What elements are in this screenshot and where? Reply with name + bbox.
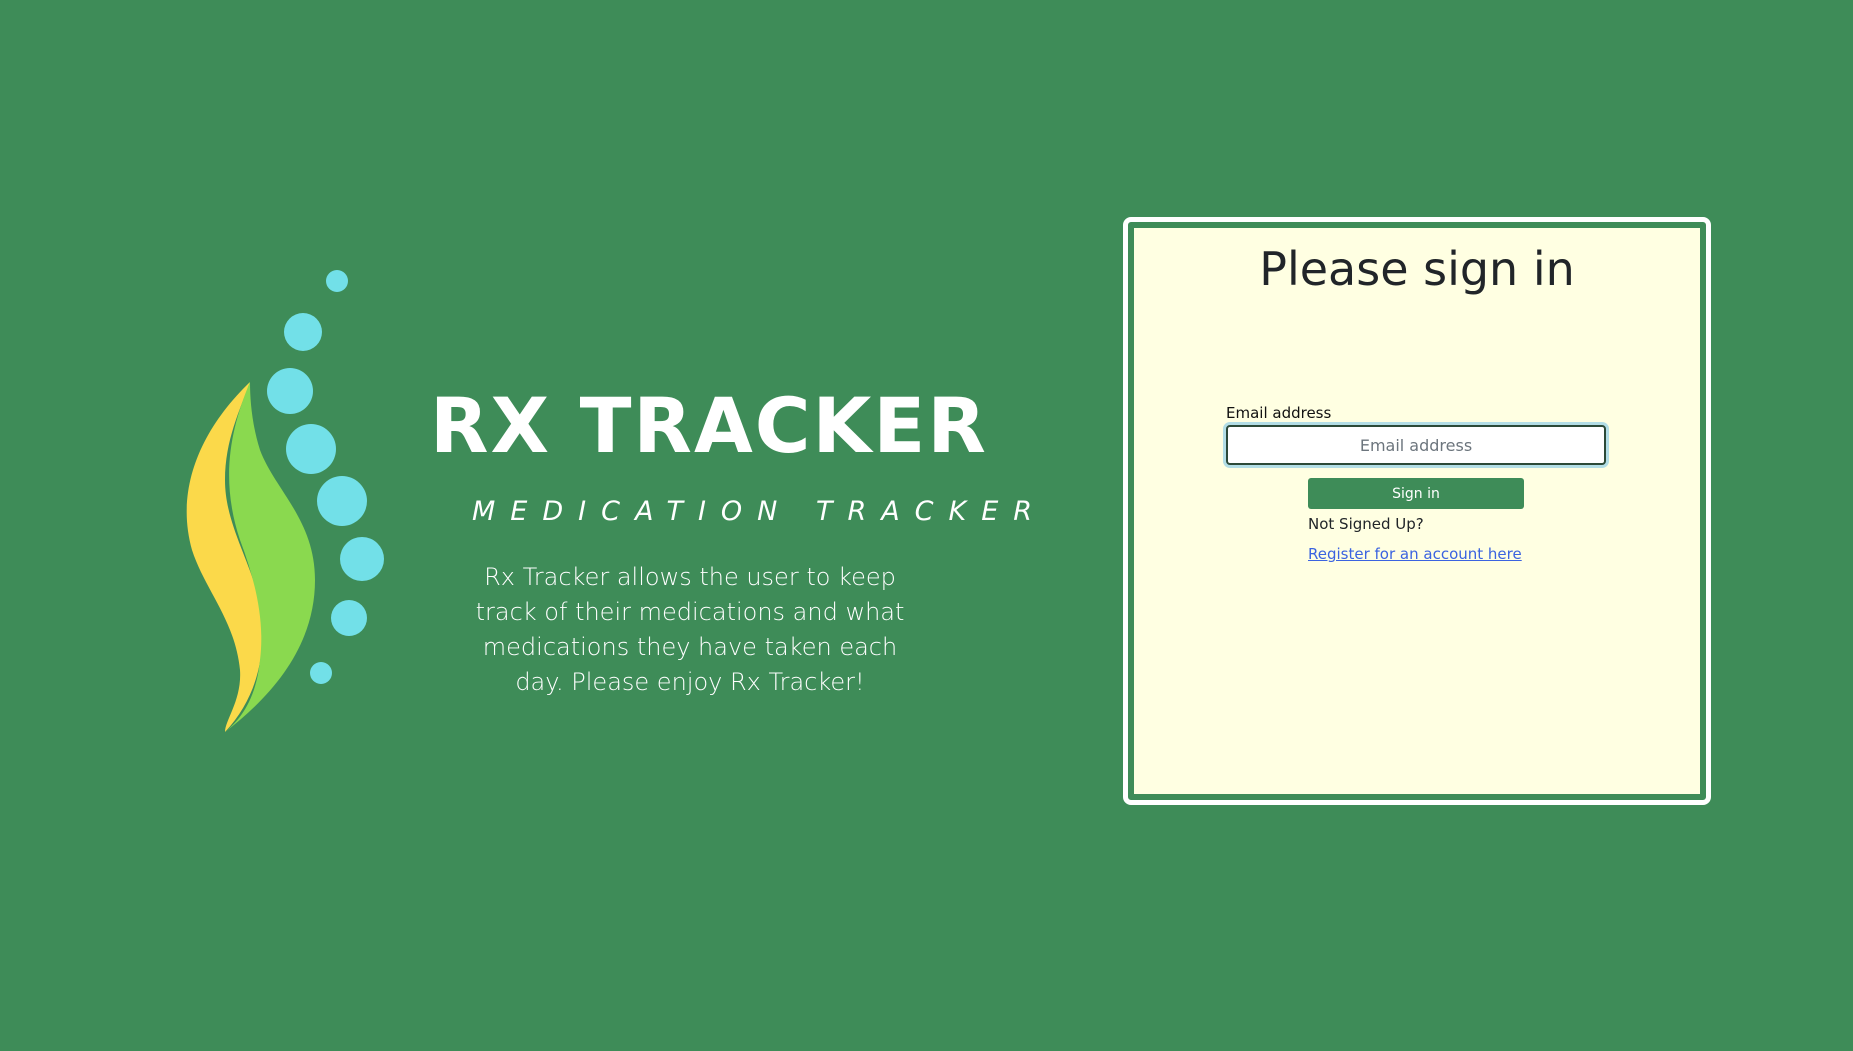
signin-form: Please sign in Email address Sign in Not… [1134, 228, 1700, 794]
brand-section: RX TRACKER MEDICATION TRACKER Rx Tracker… [180, 260, 1080, 740]
bubble [310, 662, 332, 684]
signin-heading: Please sign in [1259, 242, 1575, 296]
bubble [286, 424, 336, 474]
bubble [284, 313, 322, 351]
bubble [326, 270, 348, 292]
brand-title: RX TRACKER [430, 381, 988, 470]
email-field[interactable] [1226, 425, 1606, 465]
register-link[interactable]: Register for an account here [1308, 545, 1522, 563]
email-label: Email address [1226, 404, 1332, 422]
bubble [340, 537, 384, 581]
leaf-with-bubbles-icon [186, 270, 384, 732]
brand-subtitle: MEDICATION TRACKER [472, 496, 1048, 527]
bubble [317, 476, 367, 526]
brand-description: Rx Tracker allows the user to keep track… [475, 563, 905, 696]
sign-in-button[interactable]: Sign in [1308, 478, 1524, 509]
bubble [331, 600, 367, 636]
signin-card: Please sign in Email address Sign in Not… [1123, 217, 1711, 805]
not-signed-up-text: Not Signed Up? [1308, 515, 1424, 533]
bubble [267, 368, 313, 414]
